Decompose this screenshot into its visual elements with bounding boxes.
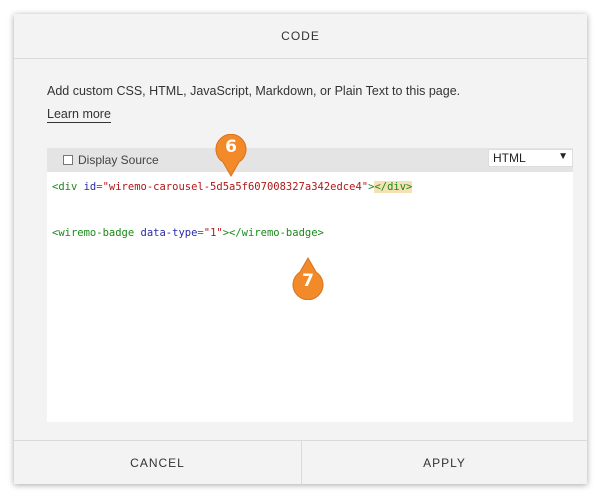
- cancel-button[interactable]: CANCEL: [14, 441, 302, 485]
- annotation-marker-6: 6: [214, 133, 248, 178]
- code-token-highlighted: </div>: [374, 181, 413, 193]
- dialog-description: Add custom CSS, HTML, JavaScript, Markdo…: [47, 84, 461, 98]
- code-token: ></wiremo-badge>: [222, 227, 324, 239]
- code-token: <wiremo-badge: [52, 227, 141, 239]
- language-select[interactable]: HTML ▼: [488, 149, 573, 167]
- display-source-checkbox[interactable]: [63, 155, 73, 165]
- code-line-1: <div id="wiremo-carousel-5d5a5f607008327…: [52, 181, 413, 193]
- learn-more-link[interactable]: Learn more: [47, 106, 111, 123]
- annotation-label: 7: [302, 271, 314, 291]
- annotation-label: 6: [225, 137, 237, 157]
- annotation-marker-7: 7: [291, 256, 325, 301]
- display-source-label[interactable]: Display Source: [78, 153, 159, 167]
- code-line-2: <wiremo-badge data-type="1"></wiremo-bad…: [52, 227, 324, 239]
- apply-button[interactable]: APPLY: [302, 441, 587, 485]
- dialog-header: CODE: [14, 14, 587, 59]
- language-select-value: HTML: [493, 151, 526, 165]
- code-token: data-type: [140, 227, 198, 239]
- code-token: <div: [52, 181, 84, 193]
- code-token: "wiremo-carousel-5d5a5f607008327a342edce…: [102, 181, 369, 193]
- editor-toolbar: Display Source HTML ▼: [47, 148, 573, 172]
- chevron-down-icon: ▼: [558, 151, 568, 162]
- code-token: "1": [203, 227, 223, 239]
- dialog-title: CODE: [281, 29, 320, 43]
- dialog-footer: CANCEL APPLY: [14, 440, 587, 485]
- code-dialog: CODE Add custom CSS, HTML, JavaScript, M…: [14, 14, 587, 485]
- code-token: id: [83, 181, 97, 193]
